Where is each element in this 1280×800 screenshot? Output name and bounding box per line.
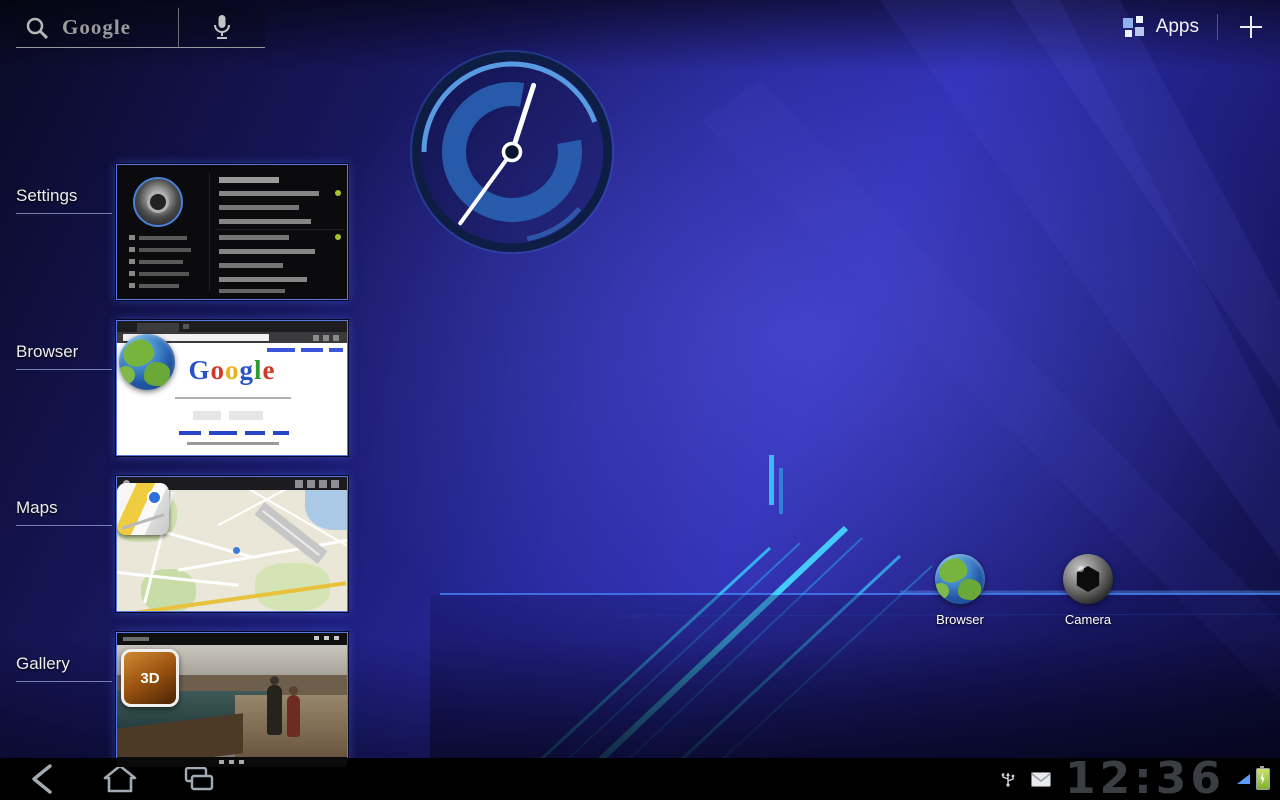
settings-speaker-graphic (133, 177, 183, 227)
apps-button[interactable]: Apps (1122, 15, 1199, 39)
gallery-toolbar (117, 633, 347, 645)
plus-icon (1238, 14, 1264, 40)
usb-debug-icon (999, 770, 1017, 788)
microphone-icon (213, 14, 231, 41)
browser-icon (935, 554, 985, 604)
add-widget-button[interactable] (1236, 14, 1266, 40)
recent-label-browser: Browser (16, 342, 112, 370)
recent-thumb-gallery[interactable]: 3D (116, 632, 348, 768)
gallery-bottom-bar (117, 757, 347, 767)
google-search-widget: Google (16, 8, 265, 48)
shortcut-browser[interactable]: Browser (920, 554, 1000, 627)
signal-icon (1237, 774, 1250, 784)
topbar-divider (1217, 14, 1218, 40)
photo-person (267, 685, 282, 735)
recent-thumb-maps[interactable] (116, 476, 348, 612)
analog-clock-widget[interactable] (407, 47, 617, 257)
recent-label-maps: Maps (16, 498, 112, 526)
apps-grid-icon (1122, 15, 1146, 39)
search-icon (24, 15, 50, 41)
charging-bolt-icon (1260, 772, 1266, 785)
search-box[interactable]: Google (16, 8, 178, 48)
recent-thumb-browser[interactable]: Google (116, 320, 348, 456)
back-button[interactable] (22, 761, 66, 797)
apps-button-label: Apps (1156, 16, 1199, 38)
gallery-app-icon: 3D (121, 649, 179, 707)
wallpaper-floor-shade (430, 595, 1280, 758)
voice-search-button[interactable] (178, 8, 265, 48)
browser-app-icon (119, 334, 175, 390)
shortcut-camera-label: Camera (1048, 612, 1128, 627)
clock-center (504, 144, 521, 161)
maps-app-icon (117, 483, 169, 535)
back-icon (22, 761, 66, 797)
google-logo: Google (62, 15, 131, 40)
browser-tab-bar (117, 321, 347, 332)
camera-icon (1063, 554, 1113, 604)
topbar-right-cluster: Apps (1122, 10, 1266, 44)
shortcut-browser-label: Browser (920, 612, 1000, 627)
recent-thumb-settings[interactable] (116, 164, 348, 300)
gallery-icon-badge: 3D (140, 670, 159, 687)
clock-face (407, 47, 617, 257)
battery-icon (1256, 768, 1270, 790)
shortcut-camera[interactable]: Camera (1048, 554, 1128, 627)
photo-person (287, 695, 300, 737)
recent-label-settings: Settings (16, 186, 112, 214)
recent-label-gallery: Gallery (16, 654, 112, 682)
statusbar-right: 12:36 (999, 758, 1274, 800)
honeycomb-home-screen: Google Apps (0, 0, 1280, 800)
status-clock[interactable]: 12:36 (1065, 759, 1225, 799)
email-notification-icon[interactable] (1031, 772, 1051, 787)
